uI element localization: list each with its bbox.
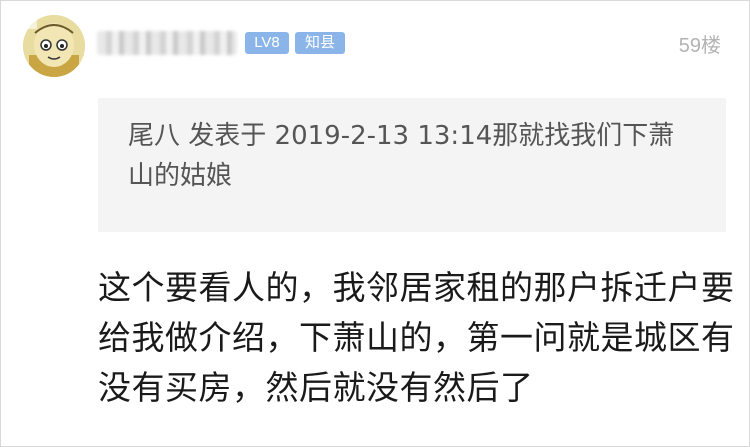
post-content: 这个要看人的，我邻居家租的那户拆迁户要给我做介绍，下萧山的，第一问就是城区有没有… xyxy=(98,268,735,407)
quote-text: 尾八 发表于 2019-2-13 13:14那就找我们下萧山的姑娘 xyxy=(128,121,675,191)
post-card: LV8 知县 59楼 尾八 发表于 2019-2-13 13:14那就找我们下萧… xyxy=(0,0,750,447)
floor-number: 59楼 xyxy=(678,35,721,57)
level-badge: LV8 xyxy=(245,32,289,54)
avatar-face-icon xyxy=(23,15,85,77)
quoted-reply: 尾八 发表于 2019-2-13 13:14那就找我们下萧山的姑娘 xyxy=(98,98,726,232)
user-avatar[interactable] xyxy=(23,15,85,77)
rank-title-badge: 知县 xyxy=(295,32,345,54)
username-blurred[interactable] xyxy=(97,31,237,55)
